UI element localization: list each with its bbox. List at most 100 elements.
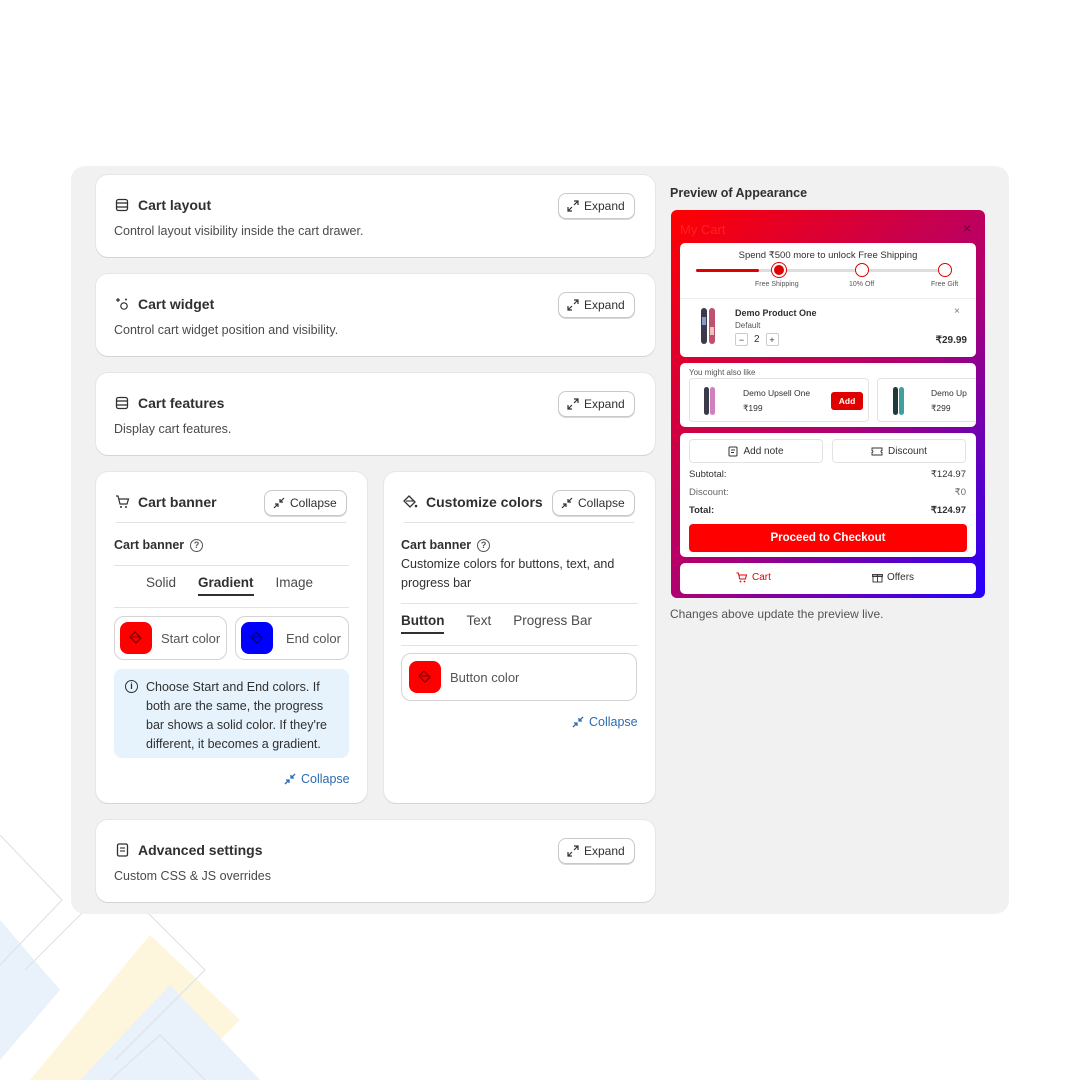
divider <box>680 298 976 299</box>
document-icon <box>114 842 130 858</box>
expand-icon <box>567 398 579 410</box>
ticket-icon <box>871 447 883 455</box>
upsell-card: Demo Upsell One ₹199 Add <box>689 378 869 422</box>
card-title: Advanced settings <box>138 842 263 858</box>
note-icon <box>728 446 738 456</box>
card-description: Custom CSS & JS overrides <box>114 869 271 883</box>
bottom-nav: Cart Offers <box>680 563 976 594</box>
product-variant: Default <box>735 321 761 330</box>
collapse-link-label: Collapse <box>589 715 638 729</box>
cart-features-card: Cart features Display cart features. Exp… <box>96 373 655 455</box>
expand-button-label: Expand <box>584 844 625 858</box>
upsell-box: You might also like Demo Upsell One ₹199… <box>680 363 976 427</box>
nav-offers[interactable]: Offers <box>872 572 914 583</box>
upsell-name: Demo Upsell One <box>743 388 811 398</box>
card-title: Customize colors <box>426 494 543 510</box>
info-text: Choose Start and End colors. If both are… <box>146 680 327 751</box>
product-name: Demo Product One <box>735 308 817 318</box>
paint-bucket-icon <box>418 670 431 683</box>
start-color-picker[interactable]: Start color <box>114 616 227 660</box>
help-icon[interactable]: ? <box>477 538 491 552</box>
collapse-button-label: Collapse <box>290 496 337 510</box>
paint-bucket-icon <box>402 494 418 510</box>
customize-colors-card: Customize colors Collapse Cart banner ? … <box>384 472 655 803</box>
tab-solid[interactable]: Solid <box>146 575 176 590</box>
collapse-link-label: Collapse <box>301 772 350 786</box>
nav-cart[interactable]: Cart <box>736 572 771 583</box>
tab-text[interactable]: Text <box>466 613 491 628</box>
upsell-heading: You might also like <box>689 368 756 377</box>
quantity-stepper[interactable]: − 2 + <box>735 333 779 346</box>
info-banner: i Choose Start and End colors. If both a… <box>114 669 349 758</box>
expand-button[interactable]: Expand <box>558 292 635 318</box>
upsell-image <box>893 387 904 415</box>
preview-note: Changes above update the preview live. <box>670 607 884 621</box>
paint-bucket-icon <box>250 631 263 644</box>
sparkle-icon <box>114 296 130 312</box>
upsell-add-button[interactable]: Add <box>831 392 863 410</box>
collapse-button-label: Collapse <box>578 496 625 510</box>
cart-widget-card: Cart widget Control cart widget position… <box>96 274 655 356</box>
expand-icon <box>567 299 579 311</box>
expand-button[interactable]: Expand <box>558 391 635 417</box>
milestone-label: 10% Off <box>849 281 875 288</box>
discount-label: Discount <box>888 445 927 457</box>
tab-gradient[interactable]: Gradient <box>198 575 254 596</box>
collapse-link[interactable]: Collapse <box>284 772 350 786</box>
increase-button[interactable]: + <box>765 333 779 346</box>
tab-image[interactable]: Image <box>276 575 314 590</box>
cart-items-box: Spend ₹500 more to unlock Free Shipping … <box>680 243 976 357</box>
shipping-message: Spend ₹500 more to unlock Free Shipping <box>738 250 918 261</box>
section-label: Cart banner ? <box>401 538 491 552</box>
collapse-button[interactable]: Collapse <box>264 490 347 516</box>
expand-button[interactable]: Expand <box>558 193 635 219</box>
cart-title: My Cart <box>680 222 726 237</box>
cart-layout-card: Cart layout Control layout visibility in… <box>96 175 655 257</box>
end-color-picker[interactable]: End color <box>235 616 349 660</box>
button-color-picker[interactable]: Button color <box>401 653 637 701</box>
upsell-name: Demo Up <box>931 388 967 398</box>
section-label-text: Cart banner <box>114 538 185 552</box>
expand-button[interactable]: Expand <box>558 838 635 864</box>
checkout-button[interactable]: Proceed to Checkout <box>689 524 967 552</box>
close-icon[interactable]: × <box>963 220 971 236</box>
divider <box>401 603 638 604</box>
section-description: Customize colors for buttons, text, and … <box>401 557 615 590</box>
tab-button[interactable]: Button <box>401 613 445 634</box>
product-remove-icon[interactable]: × <box>954 306 960 317</box>
collapse-icon <box>561 497 573 509</box>
info-icon: i <box>125 680 138 693</box>
expand-button-label: Expand <box>584 199 625 213</box>
layout-icon <box>114 197 130 213</box>
add-note-button[interactable]: Add note <box>689 439 823 463</box>
upsell-price: ₹299 <box>931 403 951 413</box>
upsell-image <box>704 387 715 415</box>
collapse-button[interactable]: Collapse <box>552 490 635 516</box>
cart-icon <box>114 494 130 510</box>
button-color-swatch <box>409 661 441 693</box>
total-label: Total: <box>689 505 715 516</box>
button-color-label: Button color <box>450 669 520 685</box>
collapse-link[interactable]: Collapse <box>572 715 638 729</box>
preview-title: Preview of Appearance <box>670 186 808 200</box>
advanced-settings-card: Advanced settings Custom CSS & JS overri… <box>96 820 655 902</box>
card-title: Cart features <box>138 395 225 411</box>
discount-row-label: Discount: <box>689 487 729 498</box>
color-target-tabs: Button Text Progress Bar <box>401 613 592 634</box>
cart-icon <box>736 572 748 583</box>
decrease-button[interactable]: − <box>735 333 748 346</box>
card-description: Control layout visibility inside the car… <box>114 224 364 238</box>
expand-button-label: Expand <box>584 397 625 411</box>
collapse-icon <box>273 497 285 509</box>
add-note-label: Add note <box>743 445 784 457</box>
divider <box>404 522 634 523</box>
tab-progress-bar[interactable]: Progress Bar <box>513 613 592 628</box>
divider <box>114 607 349 608</box>
product-image <box>700 307 718 345</box>
cart-banner-card: Cart banner Collapse Cart banner ? Solid… <box>96 472 367 803</box>
discount-button[interactable]: Discount <box>832 439 966 463</box>
subtotal-value: ₹124.97 <box>930 469 966 480</box>
help-icon[interactable]: ? <box>190 538 204 552</box>
progress-fill <box>696 269 759 272</box>
milestone-marker <box>938 263 952 277</box>
